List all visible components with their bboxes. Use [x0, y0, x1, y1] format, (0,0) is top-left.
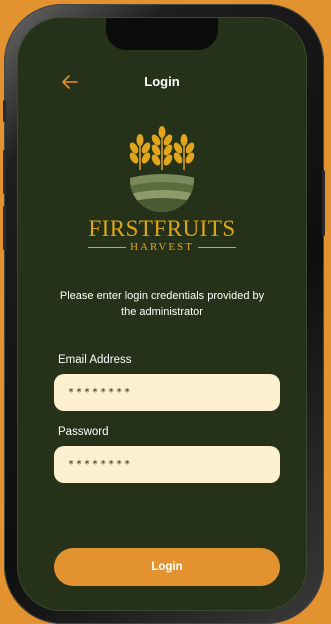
phone-side-button [3, 150, 6, 194]
login-button[interactable]: Login [54, 548, 280, 586]
app-header: Login [18, 72, 306, 96]
login-instructions: Please enter login credentials provided … [59, 290, 265, 318]
divider [88, 246, 127, 248]
phone-side-button [322, 170, 325, 236]
password-field[interactable]: ******** [54, 446, 280, 483]
brand-subtitle: HARVEST [130, 241, 194, 253]
divider [197, 246, 236, 248]
brand-subtitle-row: HARVEST [88, 240, 236, 254]
email-field[interactable]: ******** [54, 374, 280, 411]
notch [106, 18, 218, 50]
brand-name: FIRSTFRUITS [88, 216, 236, 241]
app-screen: Login FIRSTFRUITS HARVEST Please enter l… [17, 17, 307, 611]
phone-side-button [3, 206, 6, 250]
email-label: Email Address [58, 354, 132, 366]
phone-side-button [3, 100, 6, 122]
page-title: Login [144, 74, 180, 89]
wheat-logo-icon [129, 126, 195, 212]
password-label: Password [58, 426, 109, 438]
